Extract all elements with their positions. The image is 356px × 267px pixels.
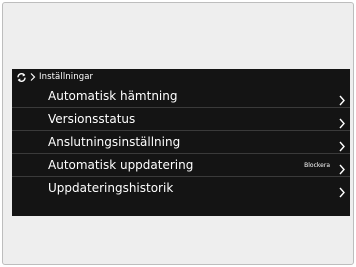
menu-item-label: Anslutningsinställning — [48, 135, 181, 149]
menu-item-update-history[interactable]: Uppdateringshistorik — [12, 177, 350, 200]
breadcrumb-separator-icon — [30, 72, 36, 82]
menu-item-label: Versionsstatus — [48, 112, 136, 126]
menu-item-label: Uppdateringshistorik — [48, 181, 174, 195]
chevron-right-icon — [338, 137, 346, 152]
menu-item-label: Automatisk hämtning — [48, 89, 178, 103]
breadcrumb-title: Inställningar — [39, 72, 94, 82]
menu-item-connection-setting[interactable]: Anslutningsinställning — [12, 131, 350, 154]
refresh-icon[interactable] — [16, 72, 27, 83]
menu-item-version-status[interactable]: Versionsstatus — [12, 108, 350, 131]
header-bar: Inställningar — [12, 69, 350, 85]
automatic-update-status-value: Blockera — [304, 162, 330, 169]
chevron-right-icon — [338, 183, 346, 198]
settings-screen: Inställningar Automatisk hämtning Versio… — [12, 69, 350, 216]
menu-item-label: Automatisk uppdatering — [48, 158, 194, 172]
device-frame: Inställningar Automatisk hämtning Versio… — [2, 2, 354, 265]
chevron-right-icon — [338, 160, 346, 175]
chevron-right-icon — [338, 114, 346, 129]
chevron-right-icon — [338, 91, 346, 106]
settings-menu: Automatisk hämtning Versionsstatus Anslu… — [12, 85, 350, 200]
menu-item-automatic-download[interactable]: Automatisk hämtning — [12, 85, 350, 108]
menu-item-automatic-update[interactable]: Automatisk uppdatering Blockera — [12, 154, 350, 177]
